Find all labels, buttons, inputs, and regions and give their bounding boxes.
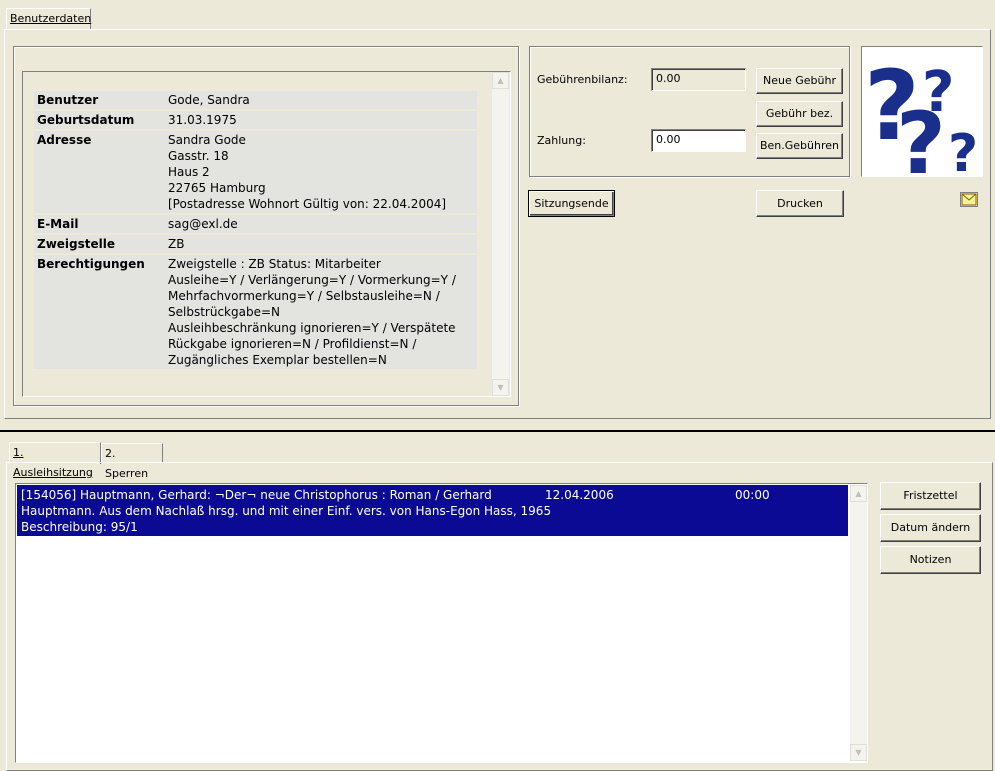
tab-sperren[interactable]: 2. Sperren	[101, 443, 163, 480]
session-end-button-label: Sitzungsende	[534, 197, 609, 210]
balance-label: Gebührenbilanz:	[537, 73, 628, 86]
user-fees-button[interactable]: Ben.Gebühren	[756, 133, 843, 159]
notes-button[interactable]: Notizen	[880, 546, 981, 574]
print-button[interactable]: Drucken	[756, 190, 844, 217]
user-row-permissions: Berechtigungen Zweigstelle : ZB Status: …	[34, 255, 477, 369]
user-row-key: Adresse	[34, 131, 165, 213]
user-row-value: 31.03.1975	[165, 111, 477, 129]
svg-text:?: ?	[922, 60, 954, 125]
user-row-address: Adresse Sandra Gode Gasstr. 18 Haus 2 22…	[34, 131, 477, 213]
pay-fee-button[interactable]: Gebühr bez.	[756, 101, 843, 127]
print-button-label: Drucken	[777, 197, 823, 210]
help-image-frame[interactable]: ? ? ? ?	[861, 46, 983, 194]
loan-row[interactable]: [154056] Hauptmann, Gerhard: ¬Der¬ neue …	[17, 485, 848, 536]
loan-date: 12.04.2006	[545, 488, 614, 502]
user-row-birthdate: Geburtsdatum 31.03.1975	[34, 111, 477, 129]
user-row-key: E-Mail	[34, 215, 165, 233]
pay-fee-button-label: Gebühr bez.	[765, 107, 834, 120]
payment-field[interactable]: 0.00	[651, 129, 746, 152]
scroll-down-icon[interactable]: ▼	[850, 744, 867, 761]
due-slip-button-label: Fristzettel	[903, 489, 958, 502]
envelope-icon[interactable]	[960, 192, 978, 207]
tab-benutzerdaten[interactable]: Benutzerdaten	[6, 8, 91, 30]
user-row-name: Benutzer Gode, Sandra	[34, 91, 477, 109]
user-row-key: Zweigstelle	[34, 235, 165, 253]
change-date-button[interactable]: Datum ändern	[880, 514, 981, 542]
scroll-down-icon[interactable]: ▼	[492, 379, 509, 396]
loan-title-line-3: Beschreibung: 95/1	[21, 520, 138, 534]
user-row-key: Geburtsdatum	[34, 111, 165, 129]
change-date-button-label: Datum ändern	[890, 521, 971, 534]
payment-label: Zahlung:	[537, 134, 586, 147]
question-marks-icon: ? ? ? ?	[864, 50, 978, 194]
scroll-up-icon[interactable]: ▲	[850, 485, 867, 502]
loans-scrollbar[interactable]: ▲ ▼	[850, 485, 867, 761]
user-info-scrollbar[interactable]: ▲ ▼	[492, 72, 509, 396]
user-row-value: ZB	[165, 235, 477, 253]
user-row-email: E-Mail sag@exl.de	[34, 215, 477, 233]
user-info-table: Benutzer Gode, Sandra Geburtsdatum 31.03…	[34, 89, 477, 371]
user-row-key: Benutzer	[34, 91, 165, 109]
tab-benutzerdaten-label: Benutzerdaten	[10, 12, 92, 25]
loan-title-line-2: Hauptmann. Aus dem Nachlaß hrsg. und mit…	[21, 504, 552, 518]
user-row-branch: Zweigstelle ZB	[34, 235, 477, 253]
user-row-value: sag@exl.de	[165, 215, 477, 233]
user-row-key: Berechtigungen	[34, 255, 165, 369]
loan-time: 00:00	[735, 488, 770, 502]
user-row-value: Sandra Gode Gasstr. 18 Haus 2 22765 Hamb…	[165, 131, 477, 213]
new-fee-button[interactable]: Neue Gebühr	[756, 68, 843, 94]
session-end-button[interactable]: Sitzungsende	[528, 190, 615, 217]
loan-title-line-1: [154056] Hauptmann, Gerhard: ¬Der¬ neue …	[21, 488, 492, 502]
new-fee-button-label: Neue Gebühr	[763, 74, 836, 87]
notes-button-label: Notizen	[909, 553, 952, 566]
tab-ausleihsitzung[interactable]: 1. Ausleihsitzung	[9, 442, 101, 479]
user-row-value: Zweigstelle : ZB Status: Mitarbeiter Aus…	[165, 255, 477, 369]
user-row-value: Gode, Sandra	[165, 91, 477, 109]
scroll-up-icon[interactable]: ▲	[492, 72, 509, 89]
user-fees-button-label: Ben.Gebühren	[759, 139, 840, 152]
due-slip-button[interactable]: Fristzettel	[880, 482, 981, 510]
splitter[interactable]	[0, 430, 995, 432]
svg-text:?: ?	[948, 124, 978, 176]
balance-field: 0.00	[651, 68, 746, 91]
